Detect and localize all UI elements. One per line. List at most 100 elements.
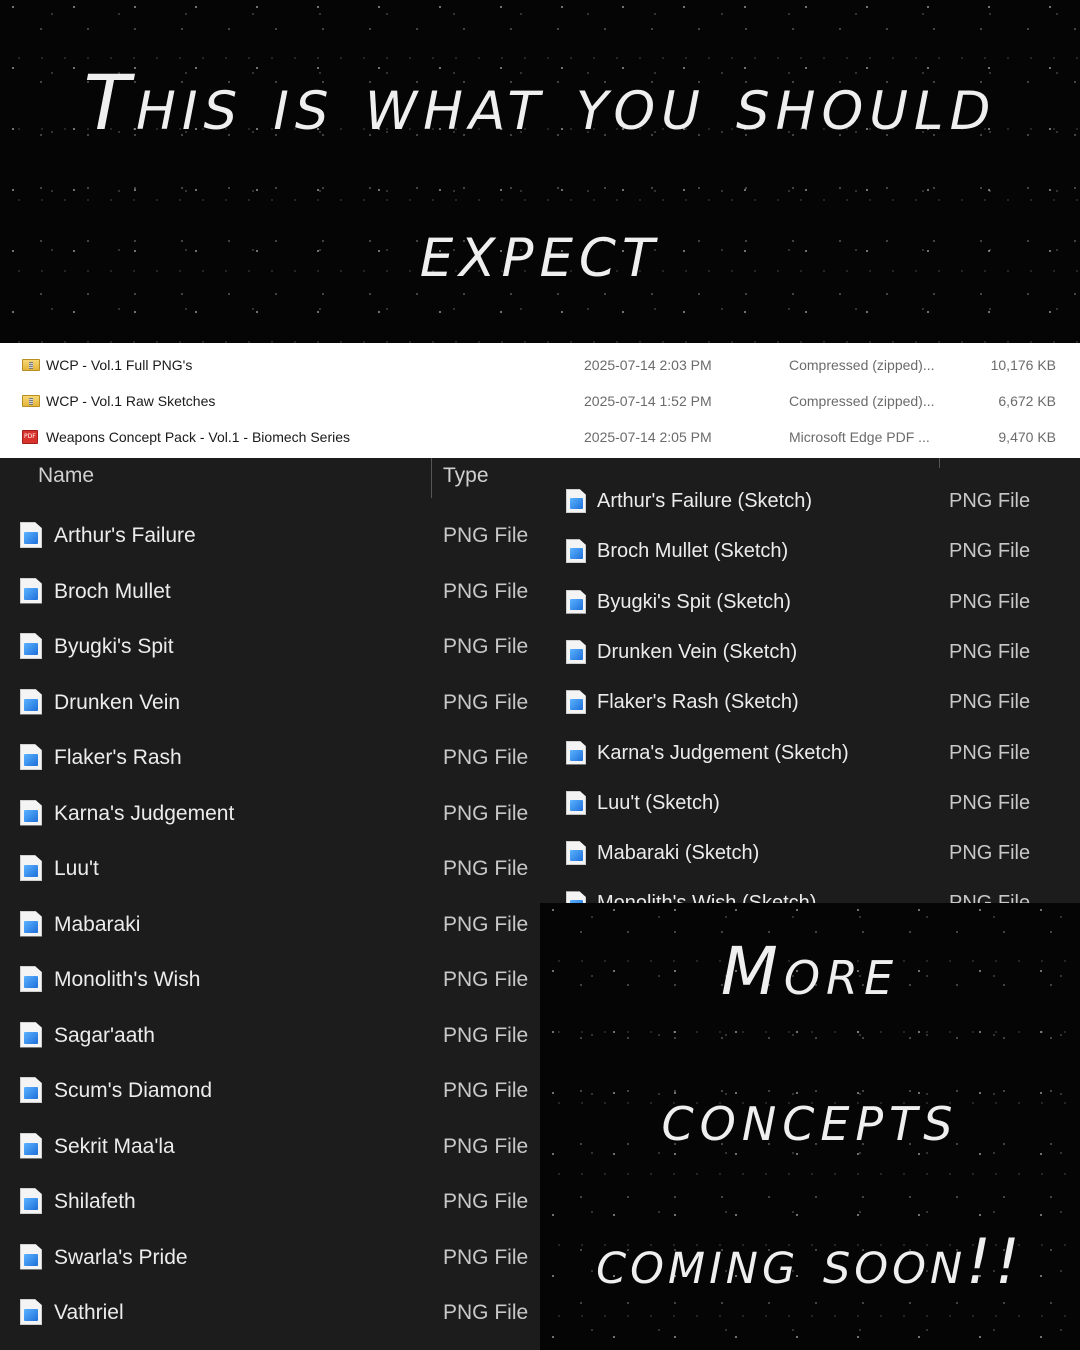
png-file-icon [566, 589, 586, 614]
column-divider[interactable] [939, 458, 940, 468]
file-name: Weapons Concept Pack - Vol.1 - Biomech S… [46, 429, 351, 445]
file-type: PNG File [949, 741, 1031, 764]
file-name: WCP - Vol.1 Full PNG's [46, 357, 193, 373]
file-name: Broch Mullet (Sketch) [597, 540, 789, 563]
file-type: PNG File [443, 690, 529, 714]
file-type: PNG File [949, 590, 1031, 613]
zip-folder-icon [22, 395, 40, 407]
file-type: PNG File [443, 968, 529, 991]
file-row[interactable]: Monolith's Wish PNG File [0, 958, 540, 1002]
file-name: Flaker's Rash (Sketch) [597, 691, 799, 714]
file-name: Luu't (Sketch) [597, 791, 720, 814]
file-name: Drunken Vein (Sketch) [597, 640, 798, 663]
file-row[interactable]: Drunken Vein (Sketch) PNG File [540, 633, 1080, 673]
file-row[interactable]: Sagar'aath PNG File [0, 1014, 540, 1058]
file-row[interactable]: Flaker's Rash PNG File [0, 736, 540, 780]
column-header-type[interactable]: Type [443, 464, 489, 488]
png-file-icon [20, 1299, 42, 1325]
file-row[interactable]: Drunken Vein PNG File [0, 681, 540, 725]
file-name: Mabaraki (Sketch) [597, 842, 760, 865]
file-row[interactable]: Broch Mullet (Sketch) PNG File [540, 532, 1080, 572]
banner-headline-line-1: This is what you should [83, 58, 997, 147]
file-row[interactable]: Luu't PNG File [0, 847, 540, 891]
file-row[interactable]: Weapons Concept Pack - Vol.1 - Biomech S… [0, 419, 1080, 455]
pdf-icon [22, 430, 38, 444]
file-type: PNG File [443, 801, 529, 825]
file-row[interactable]: Arthur's Failure (Sketch) PNG File [540, 482, 1080, 522]
file-name: Karna's Judgement (Sketch) [597, 741, 849, 764]
file-type: PNG File [443, 1301, 529, 1324]
file-row[interactable]: WCP - Vol.1 Full PNG's 2025-07-14 2:03 P… [0, 347, 1080, 383]
column-divider[interactable] [431, 458, 432, 498]
png-file-icon [20, 910, 42, 937]
file-row[interactable]: Broch Mullet PNG File [0, 570, 540, 614]
zip-folder-icon [22, 359, 40, 371]
file-type: PNG File [443, 1079, 529, 1102]
file-type: Microsoft Edge PDF ... [789, 429, 930, 445]
png-file-icon [20, 1188, 42, 1214]
file-name: Broch Mullet [54, 579, 171, 603]
file-size: 6,672 KB [998, 393, 1056, 409]
archive-file-list: WCP - Vol.1 Full PNG's 2025-07-14 2:03 P… [0, 343, 1080, 458]
file-name: Sagar'aath [54, 1023, 155, 1047]
file-type: PNG File [949, 490, 1031, 512]
png-file-icon [20, 577, 42, 604]
file-row[interactable]: Sekrit Maa'la PNG File [0, 1125, 540, 1169]
file-row[interactable]: WCP - Vol.1 Raw Sketches 2025-07-14 1:52… [0, 383, 1080, 419]
file-type: PNG File [443, 746, 529, 769]
file-row[interactable]: Monolith's Wish (Sketch) PNG File [540, 884, 1080, 903]
file-name: Vathriel [54, 1301, 124, 1324]
file-row[interactable]: Shilafeth PNG File [0, 1180, 540, 1224]
file-name: Flaker's Rash [54, 746, 182, 769]
file-type: PNG File [949, 842, 1031, 865]
png-file-icon [566, 790, 586, 815]
file-row[interactable]: Byugki's Spit PNG File [0, 625, 540, 669]
file-row[interactable]: Mabaraki PNG File [0, 903, 540, 947]
file-name: Sekrit Maa'la [54, 1134, 175, 1158]
file-name: Arthur's Failure (Sketch) [597, 490, 812, 512]
file-row[interactable]: Arthur's Failure PNG File [0, 514, 540, 558]
file-type: PNG File [443, 635, 529, 658]
file-type: PNG File [949, 540, 1031, 563]
file-row[interactable]: Karna's Judgement (Sketch) PNG File [540, 734, 1080, 774]
file-row[interactable]: Karna's Judgement PNG File [0, 792, 540, 836]
png-file-icon [20, 522, 42, 548]
png-file-icon [20, 855, 42, 881]
full-png-file-list: Name Type Arthur's Failure PNG File Broch … [0, 458, 540, 1350]
file-name: Arthur's Failure [54, 524, 196, 547]
file-name: Monolith's Wish (Sketch) [597, 892, 816, 903]
file-row[interactable]: Byugki's Spit (Sketch) PNG File [540, 583, 1080, 623]
file-name: Byugki's Spit (Sketch) [597, 590, 791, 613]
file-name: Karna's Judgement [54, 801, 235, 825]
file-type: PNG File [443, 1245, 529, 1269]
banner-headline-line-2: expect [419, 205, 661, 294]
file-size: 9,470 KB [998, 429, 1056, 445]
png-file-icon [566, 489, 586, 513]
png-file-icon [20, 1132, 42, 1159]
png-file-icon [20, 744, 42, 770]
png-file-icon [20, 688, 42, 715]
file-name: Scum's Diamond [54, 1079, 213, 1102]
file-name: Mabaraki [54, 912, 141, 936]
column-header: Name Type [0, 458, 540, 498]
file-type: PNG File [443, 857, 529, 880]
file-row[interactable]: Vathriel PNG File [0, 1291, 540, 1335]
file-name: Monolith's Wish [54, 968, 201, 991]
file-row[interactable]: Luu't (Sketch) PNG File [540, 784, 1080, 824]
file-row[interactable]: Swarla's Pride PNG File [0, 1236, 540, 1280]
png-file-icon [566, 639, 586, 664]
banner-line-3: coming soon!! [596, 1225, 1024, 1298]
file-date: 2025-07-14 2:05 PM [584, 429, 712, 445]
file-type: PNG File [443, 524, 529, 547]
column-header-name[interactable]: Name [38, 464, 94, 488]
png-file-icon [566, 841, 586, 866]
file-type: PNG File [949, 892, 1030, 903]
file-row[interactable]: Scum's Diamond PNG File [0, 1069, 540, 1113]
coming-soon-banner: More concepts coming soon!! [540, 903, 1080, 1350]
png-file-icon [20, 799, 42, 826]
file-name: Swarla's Pride [54, 1245, 188, 1269]
file-type: PNG File [949, 791, 1031, 814]
file-row[interactable]: Flaker's Rash (Sketch) PNG File [540, 683, 1080, 723]
file-row[interactable]: Mabaraki (Sketch) PNG File [540, 834, 1080, 874]
file-name: Byugki's Spit [54, 635, 174, 658]
